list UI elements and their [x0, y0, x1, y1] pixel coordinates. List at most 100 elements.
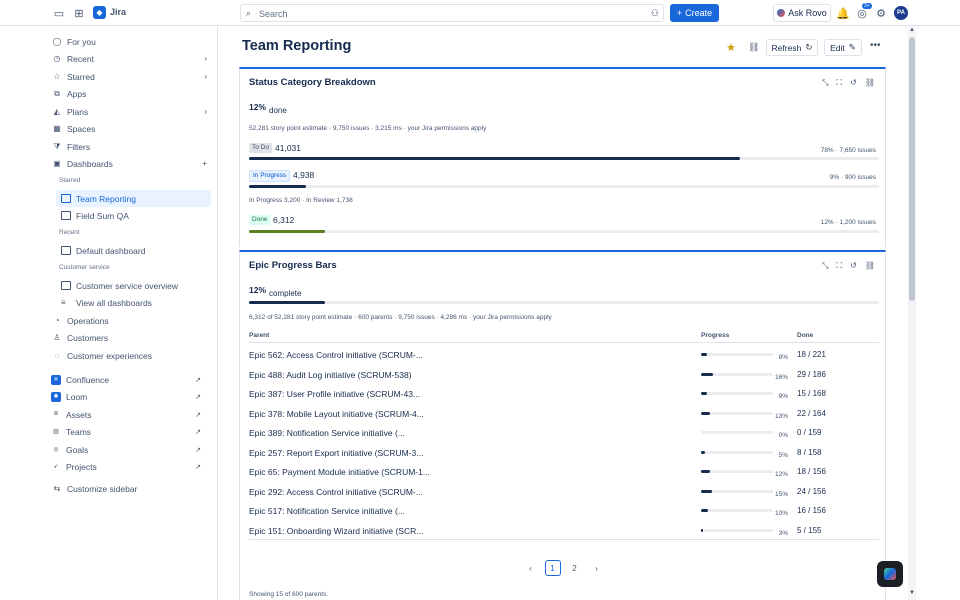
scroll-up-icon[interactable]: ▲	[909, 27, 915, 33]
ask-rovo-button[interactable]: Ask Rovo	[773, 4, 831, 22]
add-icon[interactable]: +	[202, 159, 207, 168]
scrollbar-thumb[interactable]	[909, 37, 915, 301]
epic-name-link[interactable]: Epic 488: Audit Log initiative (SCRUM-53…	[249, 370, 412, 380]
app-goals[interactable]: ◎ Goals ↗	[51, 441, 213, 458]
minimize-icon[interactable]: ⤡	[822, 261, 828, 271]
app-confluence[interactable]: ✕ Confluence ↗	[51, 371, 213, 388]
table-row[interactable]: Epic 257: Report Export initiative (SCRU…	[249, 443, 879, 463]
copy-link-icon[interactable]: ⛓	[748, 42, 759, 53]
epic-name-link[interactable]: Epic 65: Payment Module initiative (SCRU…	[249, 467, 430, 477]
chevron-right-icon[interactable]: ›	[204, 107, 207, 116]
chevron-right-icon[interactable]: ›	[204, 54, 207, 63]
sidebar-item-filters[interactable]: ⧩ Filters	[51, 138, 213, 155]
more-actions-icon[interactable]: •••	[870, 40, 881, 51]
epic-name-link[interactable]: Epic 562: Access Control initiative (SCR…	[249, 350, 423, 360]
chevron-right-icon[interactable]: ›	[204, 72, 207, 81]
epic-progress-percent: 9%	[778, 393, 788, 400]
sidebar-item-recent[interactable]: ◷ Recent ›	[51, 50, 213, 67]
epic-done-count: 5 / 155	[797, 525, 822, 535]
avatar[interactable]: PA	[894, 6, 908, 20]
sidebar-item-starred[interactable]: ☆ Starred ›	[51, 68, 213, 85]
link-icon[interactable]: ⛓	[865, 261, 875, 271]
app-loom[interactable]: ✺ Loom ↗	[51, 388, 213, 405]
table-row[interactable]: Epic 151: Onboarding Wizard initiative (…	[249, 521, 879, 541]
app-assets[interactable]: ⧈ Assets ↗	[51, 406, 213, 423]
column-header-parent[interactable]: Parent	[249, 332, 269, 339]
dashboard-item-field-sum-qa[interactable]: Field Sum QA	[56, 207, 211, 224]
table-row[interactable]: Epic 292: Access Control initiative (SCR…	[249, 482, 879, 502]
dashboard-item-default[interactable]: Default dashboard	[56, 242, 211, 259]
app-name[interactable]: Jira	[110, 7, 126, 17]
epic-name-link[interactable]: Epic 389: Notification Service initiativ…	[249, 428, 405, 438]
sidebar-item-for-you[interactable]: ◯ For you	[51, 33, 213, 50]
rovo-search-icon[interactable]: ⚇	[651, 8, 659, 19]
edit-button[interactable]: Edit ✎	[824, 39, 862, 56]
page-2[interactable]: 2	[567, 560, 583, 576]
jira-logo-icon[interactable]: ◆	[93, 6, 106, 19]
epic-name-link[interactable]: Epic 292: Access Control initiative (SCR…	[249, 487, 423, 497]
sidebar-toggle-icon[interactable]: ▭	[52, 6, 66, 20]
status-bar-done	[249, 230, 879, 233]
operations-icon: ◔	[54, 316, 60, 325]
sidebar-item-customers[interactable]: ♙ Customers	[51, 329, 213, 346]
scrollbar[interactable]: ▲ ▼	[908, 27, 916, 600]
sidebar-item-apps[interactable]: ⧉ Apps	[51, 85, 213, 102]
view-all-dashboards-link[interactable]: ≡ View all dashboards	[56, 294, 211, 311]
app-teams[interactable]: ▥ Teams ↗	[51, 423, 213, 440]
table-row[interactable]: Epic 389: Notification Service initiativ…	[249, 423, 879, 443]
previous-page-icon[interactable]: ‹	[523, 560, 539, 576]
dashboard-item-team-reporting[interactable]: Team Reporting	[56, 190, 211, 207]
status-count: 41,031	[275, 143, 301, 153]
refresh-icon: ↻	[805, 42, 813, 52]
table-row[interactable]: Epic 387: User Profile initiative (SCRUM…	[249, 384, 879, 404]
dashboard-icon	[61, 281, 71, 290]
sidebar-item-operations[interactable]: ◔ Operations	[51, 312, 213, 329]
dashboard-item-customer-service-overview[interactable]: Customer service overview	[56, 277, 211, 294]
sidebar-item-plans[interactable]: ◭ Plans ›	[51, 103, 213, 120]
projects-icon: ➶	[53, 464, 59, 470]
column-header-progress[interactable]: Progress	[701, 332, 729, 339]
fullscreen-icon[interactable]: ⛶	[837, 261, 843, 271]
minimize-icon[interactable]: ⤡	[822, 78, 828, 88]
page-1[interactable]: 1	[544, 560, 561, 576]
table-row[interactable]: Epic 488: Audit Log initiative (SCRUM-53…	[249, 365, 879, 385]
dashboard-item-label: Customer service overview	[76, 280, 179, 291]
refresh-icon[interactable]: ↺	[850, 78, 857, 88]
filter-icon: ⧩	[53, 141, 61, 151]
rovo-chat-button[interactable]	[877, 561, 903, 587]
search-input[interactable]: ⌕ Search ⚇	[240, 4, 664, 22]
fullscreen-icon[interactable]: ⛶	[837, 78, 843, 88]
customize-sidebar-button[interactable]: ⇆ Customize sidebar	[51, 480, 213, 497]
epic-name-link[interactable]: Epic 378: Mobile Layout initiative (SCRU…	[249, 409, 424, 419]
refresh-icon[interactable]: ↺	[850, 261, 857, 271]
epic-name-link[interactable]: Epic 517: Notification Service initiativ…	[249, 506, 405, 516]
refresh-button[interactable]: Refresh ↻	[766, 39, 818, 56]
sidebar-item-customer-experiences[interactable]: ◌ Customer experiences	[51, 347, 213, 364]
status-bar-fill	[249, 185, 306, 188]
notifications-icon[interactable]: 🔔	[836, 6, 850, 20]
sidebar-item-dashboards[interactable]: ▣ Dashboards +	[51, 155, 213, 172]
settings-gear-icon[interactable]: ⚙	[874, 6, 888, 20]
dashboard-main: Team Reporting ★ ⛓ Refresh ↻ Edit ✎ ••• St…	[218, 27, 908, 600]
create-button[interactable]: + Create	[670, 4, 719, 22]
table-row[interactable]: Epic 562: Access Control initiative (SCR…	[249, 345, 879, 365]
link-icon[interactable]: ⛓	[865, 78, 875, 88]
next-page-icon[interactable]: ›	[589, 560, 605, 576]
epic-name-link[interactable]: Epic 257: Report Export initiative (SCRU…	[249, 448, 423, 458]
status-bar-todo	[249, 157, 879, 160]
sidebar-item-spaces[interactable]: ▦ Spaces	[51, 120, 213, 137]
app-projects[interactable]: ➶ Projects ↗	[51, 458, 213, 475]
app-switcher-icon[interactable]: ⊞	[72, 6, 86, 20]
epic-name-link[interactable]: Epic 151: Onboarding Wizard initiative (…	[249, 526, 423, 536]
table-row[interactable]: Epic 378: Mobile Layout initiative (SCRU…	[249, 404, 879, 424]
status-share: 78% · 7,650 issues	[820, 147, 876, 154]
table-row[interactable]: Epic 65: Payment Module initiative (SCRU…	[249, 462, 879, 482]
edit-label: Edit	[830, 42, 845, 53]
column-header-done[interactable]: Done	[797, 332, 813, 339]
table-row[interactable]: Epic 517: Notification Service initiativ…	[249, 501, 879, 521]
scroll-down-icon[interactable]: ▼	[909, 590, 915, 596]
sidebar-item-label: Apps	[67, 88, 87, 99]
star-icon[interactable]: ★	[726, 41, 736, 54]
epic-name-link[interactable]: Epic 387: User Profile initiative (SCRUM…	[249, 389, 420, 399]
epic-progress-percent: 12%	[774, 471, 788, 478]
